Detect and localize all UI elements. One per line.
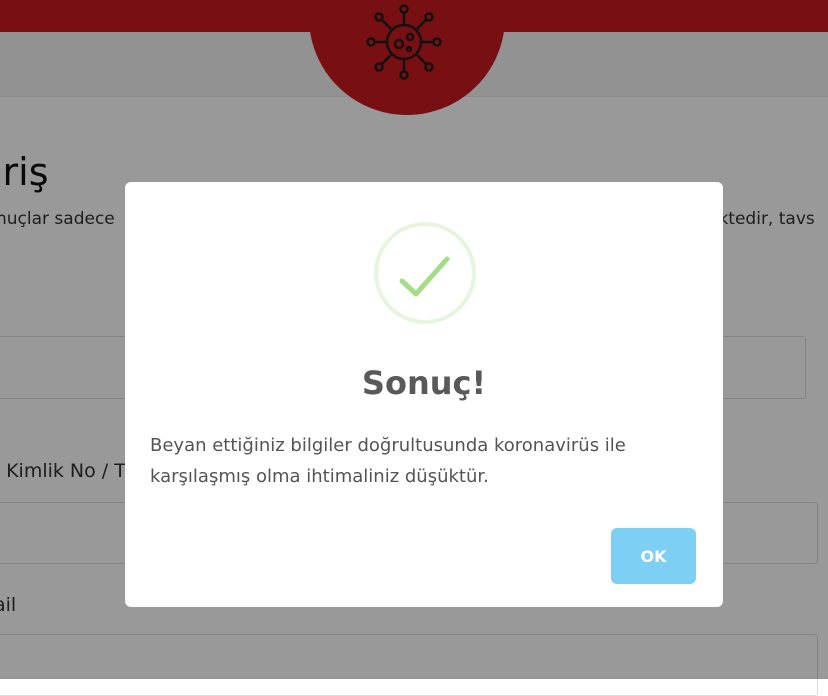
result-dialog: Sonuç! Beyan ettiğiniz bilgiler doğrultu… [125,182,723,607]
dialog-title: Sonuç! [361,364,487,402]
success-check-icon [399,256,450,297]
ok-button[interactable]: OK [611,528,696,584]
dialog-message: Beyan ettiğiniz bilgiler doğrultusunda k… [150,435,626,487]
